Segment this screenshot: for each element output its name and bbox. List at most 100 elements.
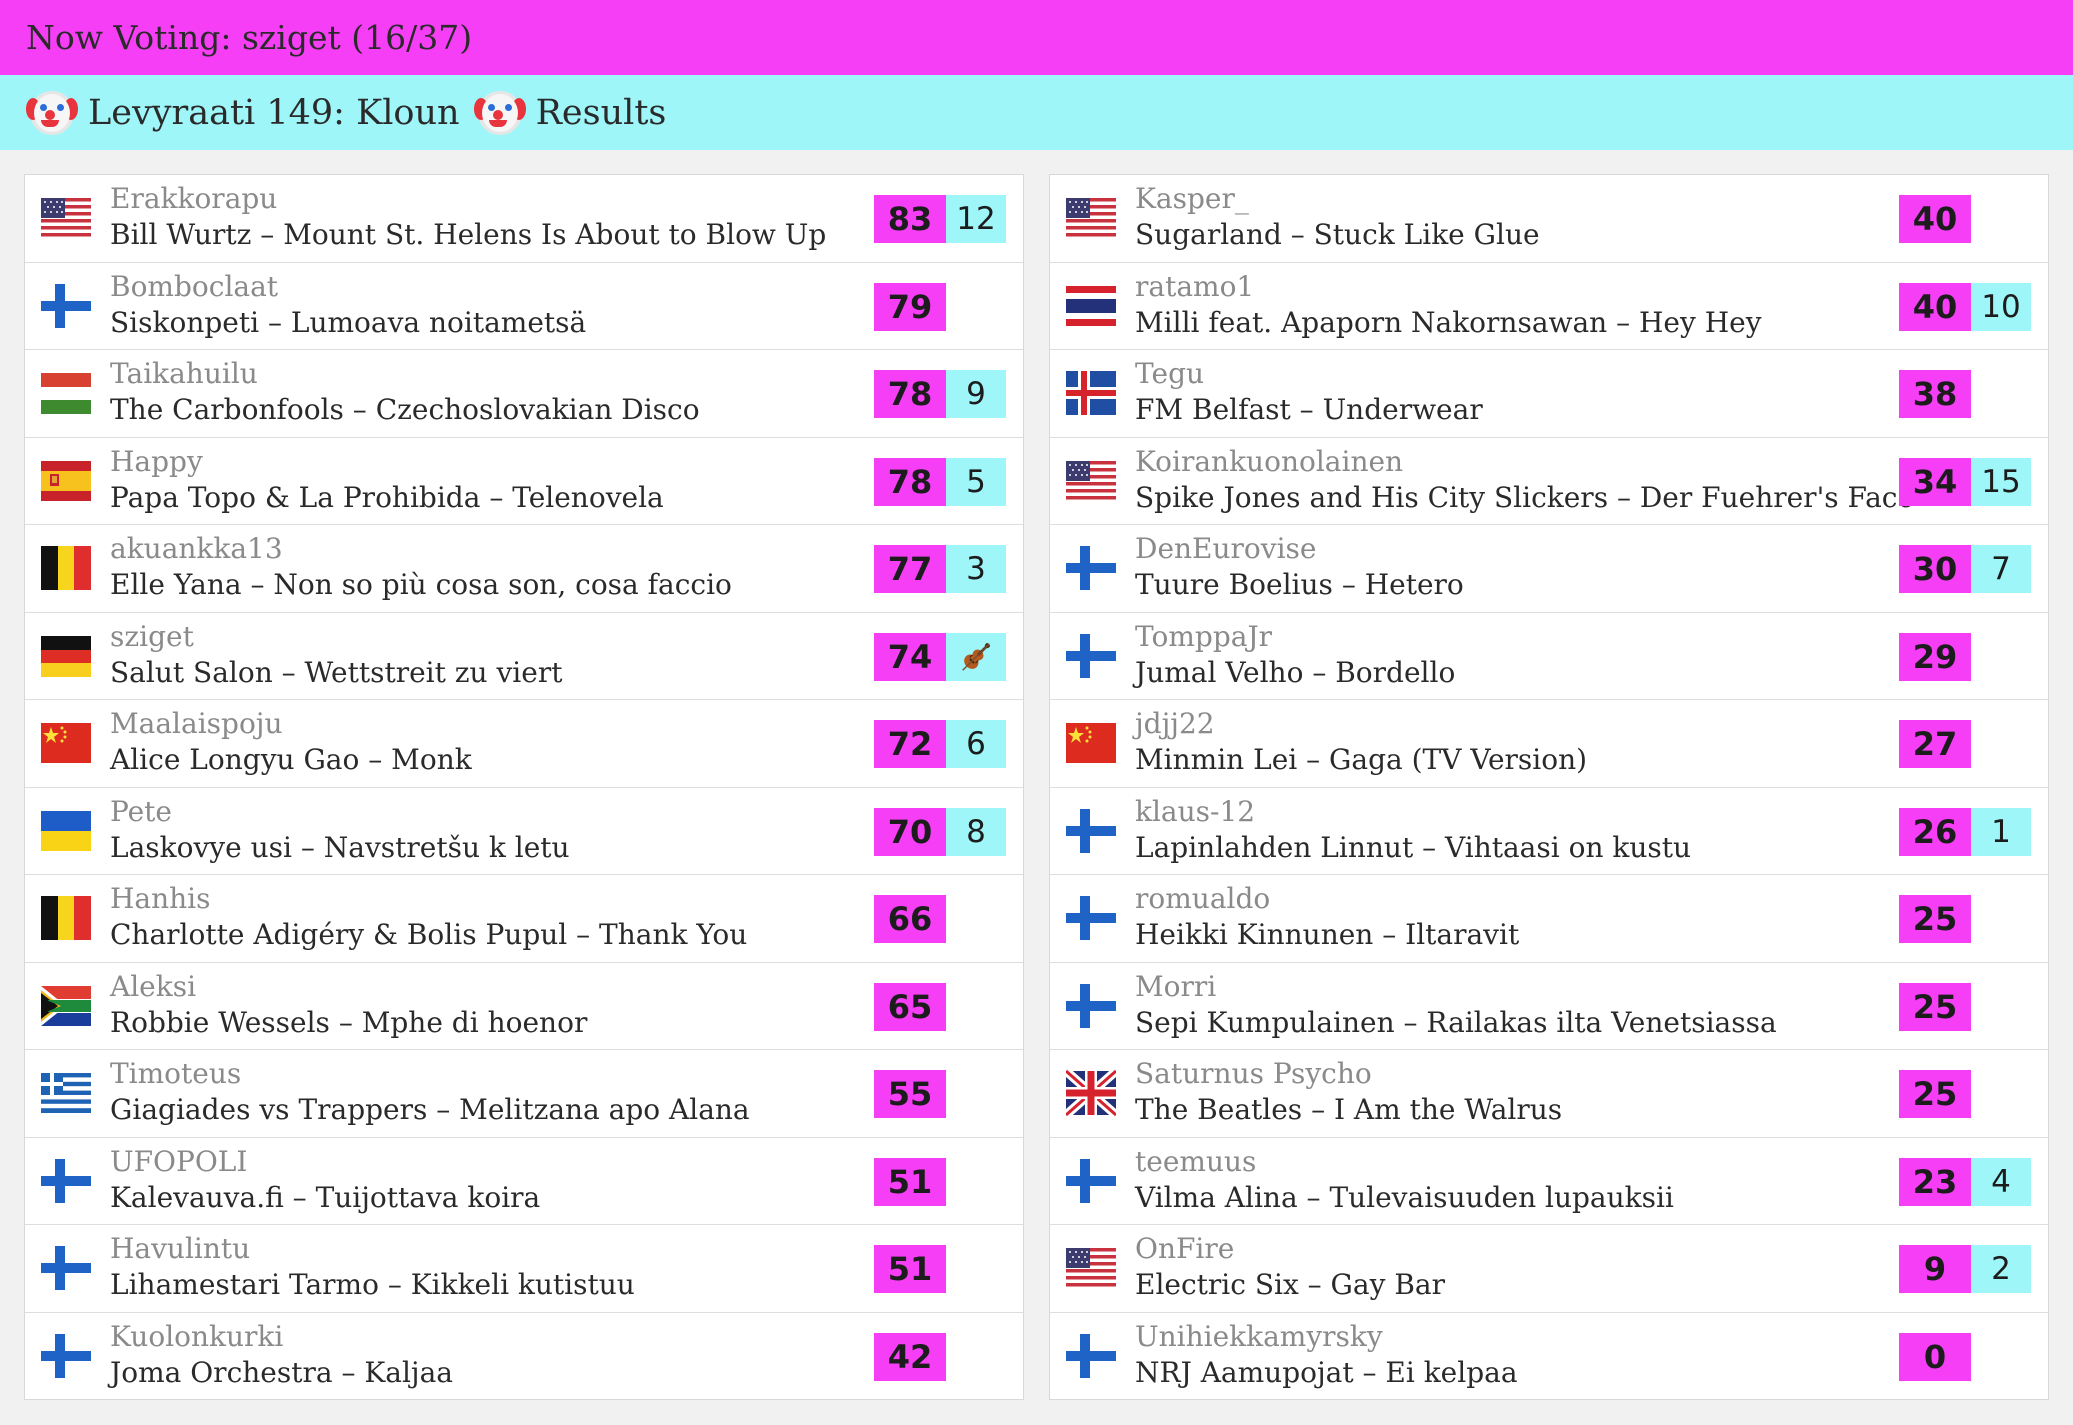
voter-name: TomppaJr <box>1135 619 1273 653</box>
score-badge: 26 <box>1899 807 1971 856</box>
voter-name: Unihiekkamyrsky <box>1135 1319 1383 1353</box>
voter-name: akuankka13 <box>110 532 283 565</box>
results-list-right: Kasper_ Sugarland – Stuck Like Glue 40 rata… <box>1049 174 2049 1400</box>
result-row: teemuus Vilma Alina – Tulevaisuuden lupau… <box>1050 1138 2048 1225</box>
voter-name: Morri <box>1135 969 1217 1003</box>
bonus-points: 9 <box>946 370 1006 418</box>
bonus-points: 10 <box>1971 282 2031 331</box>
score-badge: 34 <box>1899 457 1971 506</box>
result-row: Kuolonkurki Joma Orchestra – Kaljaa 42 <box>25 1313 1023 1401</box>
results-list-left: Erakkorapu Bill Wurtz – Mount St. Helens … <box>24 174 1024 1400</box>
session-title: Levyraati 149: Kloun <box>88 92 460 133</box>
score-badge: 23 <box>1899 1157 1971 1206</box>
song-title: Sepi Kumpulainen – Railakas ilta Venetsi… <box>1135 1005 1777 1039</box>
song-title: Lihamestari Tarmo – Kikkeli kutistuu <box>110 1268 635 1301</box>
voter-name: teemuus <box>1135 1144 1257 1178</box>
finland-flag-icon <box>1066 981 1116 1031</box>
song-title: Minmin Lei – Gaga (TV Version) <box>1135 743 1588 776</box>
result-row: sziget Salut Salon – Wettstreit zu viert 7… <box>25 613 1023 700</box>
song-title: Vilma Alina – Tulevaisuuden lupauksii <box>1135 1180 1674 1214</box>
bonus-points: 3 <box>946 545 1006 593</box>
song-title: Spike Jones and His City Slickers – Der … <box>1135 480 1915 514</box>
result-row: OnFire Electric Six – Gay Bar 9 2 <box>1050 1225 2048 1313</box>
song-title: Electric Six – Gay Bar <box>1135 1268 1445 1301</box>
us-flag-icon <box>41 193 91 243</box>
result-row: Timoteus Giagiades vs Trappers – Melitzan… <box>25 1050 1023 1138</box>
score-badge: 72 <box>874 720 946 768</box>
result-row: Bomboclaat Siskonpeti – Lumoava noitamets… <box>25 263 1023 350</box>
bonus-points: 15 <box>1971 457 2031 506</box>
score-badge: 9 <box>1899 1245 1971 1293</box>
result-row: jdjj22 Minmin Lei – Gaga (TV Version) 27 <box>1050 700 2048 788</box>
score-badge: 78 <box>874 370 946 418</box>
violin-icon <box>946 632 1006 681</box>
bonus-points: 7 <box>1971 545 2031 593</box>
song-title: Salut Salon – Wettstreit zu viert <box>110 655 563 689</box>
song-title: Kalevauva.fi – Tuijottava koira <box>110 1180 541 1214</box>
song-title: Heikki Kinnunen – Iltaravit <box>1135 918 1520 951</box>
result-row: akuankka13 Elle Yana – Non so più cosa so… <box>25 525 1023 613</box>
result-row: ratamo1 Milli feat. Apaporn Nakornsawan –… <box>1050 263 2048 350</box>
voter-name: ratamo1 <box>1135 269 1255 303</box>
score-badge: 40 <box>1899 195 1971 243</box>
score-badge: 29 <box>1899 632 1971 681</box>
voter-name: Erakkorapu <box>110 182 278 215</box>
score-badge: 79 <box>874 282 946 331</box>
voter-name: Kuolonkurki <box>110 1319 284 1353</box>
voter-name: jdjj22 <box>1135 707 1215 740</box>
result-row: Happy Papa Topo & La Prohibida – Telenove… <box>25 438 1023 525</box>
thailand-flag-icon <box>1066 281 1116 331</box>
us-flag-icon <box>1066 1243 1116 1293</box>
result-row: Hanhis Charlotte Adigéry & Bolis Pupul – … <box>25 875 1023 963</box>
results-label: Results <box>535 92 667 133</box>
bonus-points: 8 <box>946 807 1006 856</box>
bonus-points: 5 <box>946 457 1006 506</box>
finland-flag-icon <box>1066 1156 1116 1206</box>
score-badge: 25 <box>1899 1070 1971 1118</box>
finland-flag-icon <box>41 281 91 331</box>
clown-icon <box>473 90 526 135</box>
result-row: Saturnus Psycho The Beatles – I Am the Wa… <box>1050 1050 2048 1138</box>
song-title: Bill Wurtz – Mount St. Helens Is About t… <box>110 218 827 251</box>
voter-name: Hanhis <box>110 882 211 915</box>
voter-name: UFOPOLI <box>110 1144 248 1178</box>
voter-name: Havulintu <box>110 1232 251 1265</box>
song-title: Laskovye usi – Navstretšu k letu <box>110 830 570 864</box>
voter-name: Saturnus Psycho <box>1135 1057 1372 1090</box>
score-badge: 51 <box>874 1157 946 1206</box>
finland-flag-icon <box>41 1156 91 1206</box>
voter-name: Bomboclaat <box>110 269 279 303</box>
song-title: Milli feat. Apaporn Nakornsawan – Hey He… <box>1135 305 1762 339</box>
score-badge: 42 <box>874 1332 946 1381</box>
voter-name: Taikahuilu <box>110 357 258 390</box>
voter-name: Pete <box>110 794 172 828</box>
bonus-points: 1 <box>1971 807 2031 856</box>
score-badge: 77 <box>874 545 946 593</box>
score-badge: 38 <box>1899 370 1971 418</box>
result-row: Koirankuonolainen Spike Jones and His Cit… <box>1050 438 2048 525</box>
us-flag-icon <box>1066 193 1116 243</box>
song-title: The Beatles – I Am the Walrus <box>1135 1093 1563 1126</box>
song-title: Elle Yana – Non so più cosa son, cosa fa… <box>110 568 732 601</box>
south-africa-flag-icon <box>41 981 91 1031</box>
voter-name: Aleksi <box>110 969 197 1003</box>
spain-flag-icon <box>41 456 91 506</box>
result-row: romualdo Heikki Kinnunen – Iltaravit 25 <box>1050 875 2048 963</box>
result-row: Aleksi Robbie Wessels – Mphe di hoenor 65 <box>25 963 1023 1050</box>
song-title: Papa Topo & La Prohibida – Telenovela <box>110 480 664 514</box>
result-row: Erakkorapu Bill Wurtz – Mount St. Helens … <box>25 175 1023 263</box>
result-row: Taikahuilu The Carbonfools – Czechoslovak… <box>25 350 1023 438</box>
voter-name: Koirankuonolainen <box>1135 444 1404 478</box>
bonus-points: 12 <box>946 195 1006 243</box>
finland-flag-icon <box>41 1331 91 1381</box>
iceland-flag-icon <box>1066 368 1116 418</box>
score-badge: 55 <box>874 1070 946 1118</box>
finland-flag-icon <box>1066 631 1116 681</box>
voter-name: sziget <box>110 619 194 653</box>
us-flag-icon <box>1066 455 1116 506</box>
voter-name: Happy <box>110 444 203 478</box>
voter-name: Maalaispoju <box>110 707 283 740</box>
score-badge: 66 <box>874 895 946 943</box>
now-voting-bar: Now Voting: sziget (16/37) <box>0 0 2073 75</box>
result-row: Morri Sepi Kumpulainen – Railakas ilta Ve… <box>1050 963 2048 1050</box>
